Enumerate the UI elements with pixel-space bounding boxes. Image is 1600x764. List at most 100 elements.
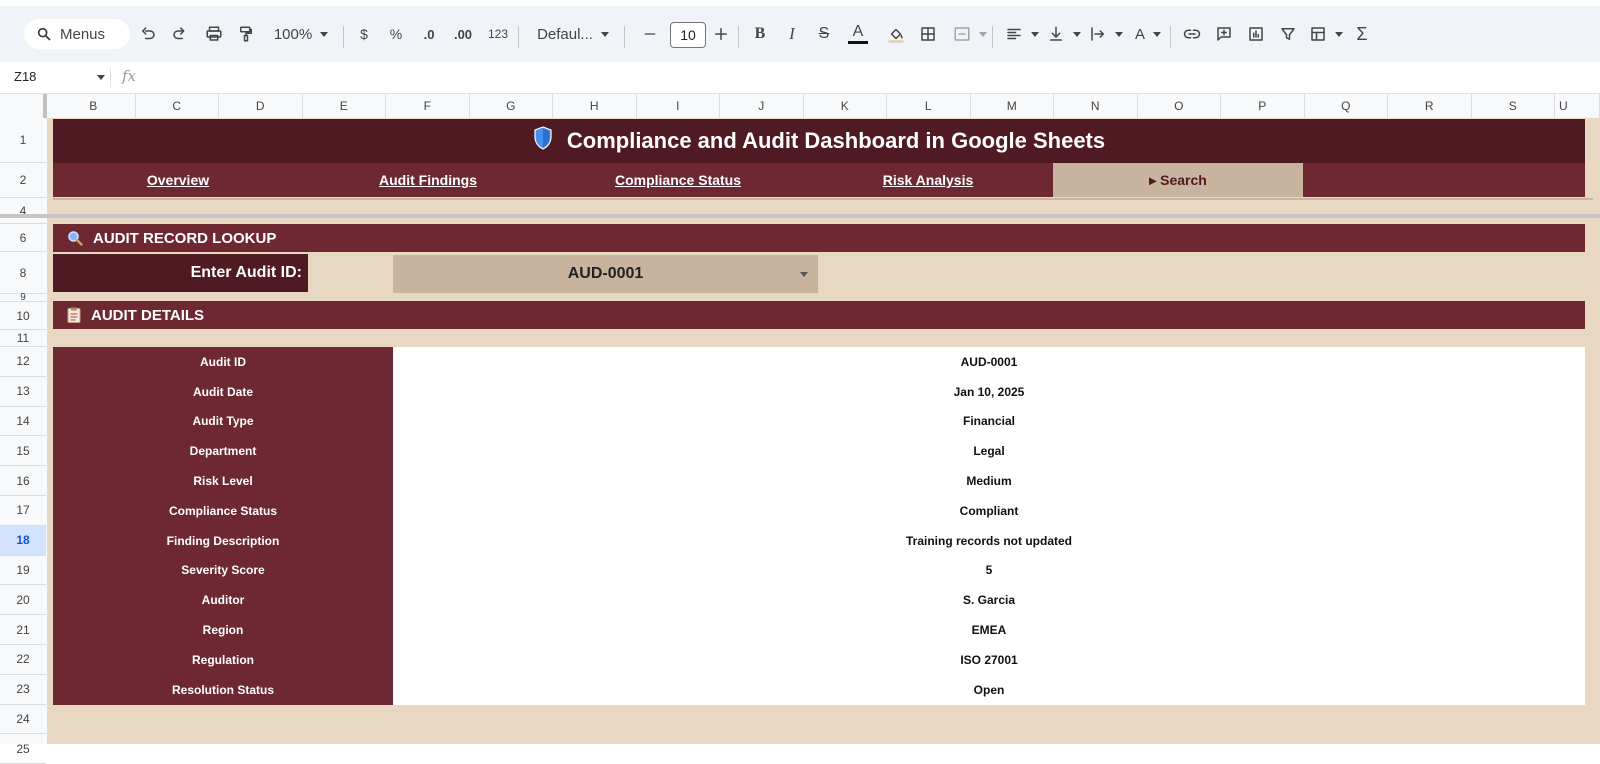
name-box[interactable]: Z18 [14, 69, 36, 84]
row-header[interactable]: 4 [0, 198, 46, 224]
undo-icon[interactable] [136, 6, 160, 62]
audit-id-dropdown[interactable]: AUD-0001 [393, 255, 818, 293]
row-header[interactable]: 10 [0, 302, 46, 330]
details-row-value[interactable]: EMEA [393, 615, 1585, 645]
column-header[interactable]: R [1388, 94, 1472, 118]
insert-comment-icon[interactable] [1212, 6, 1236, 62]
row-header[interactable]: 21 [0, 615, 46, 645]
row-header[interactable]: 23 [0, 675, 46, 705]
details-row-value[interactable]: Jan 10, 2025 [393, 376, 1585, 407]
increase-decimal-button[interactable]: .00 [448, 6, 478, 62]
percent-format-button[interactable]: % [384, 6, 408, 62]
details-row-value[interactable]: AUD-0001 [393, 347, 1585, 377]
text-rotation-icon[interactable]: A [1128, 6, 1168, 62]
freeze-divider[interactable] [0, 214, 1600, 218]
strikethrough-icon[interactable]: S [812, 6, 836, 62]
chevron-down-icon[interactable] [97, 75, 105, 80]
column-header[interactable]: S [1472, 94, 1555, 118]
bold-icon[interactable]: B [748, 6, 772, 62]
nav-link-compliance-status[interactable]: Compliance Status [553, 163, 803, 197]
text-color-icon[interactable]: A [846, 6, 870, 62]
currency-format-button[interactable]: $ [352, 6, 376, 62]
functions-icon[interactable]: Σ [1350, 6, 1374, 62]
column-header[interactable]: Q [1305, 94, 1388, 118]
column-header[interactable]: B [52, 94, 136, 118]
decrease-decimal-button[interactable]: .0 [416, 6, 442, 62]
column-header[interactable]: G [470, 94, 553, 118]
search-menus-button[interactable]: Menus [24, 19, 130, 49]
zoom-select[interactable]: 100% [266, 6, 336, 62]
column-header[interactable]: E [303, 94, 386, 118]
nav-link-overview[interactable]: Overview [53, 163, 303, 197]
column-header[interactable]: C [136, 94, 219, 118]
row-header[interactable]: 6 [0, 224, 46, 252]
details-row-value[interactable]: Open [393, 674, 1585, 705]
column-header[interactable]: D [219, 94, 303, 118]
insert-chart-icon[interactable] [1244, 6, 1268, 62]
row-header[interactable]: 18 [0, 525, 46, 556]
redo-icon[interactable] [168, 6, 192, 62]
details-row-value[interactable]: Compliant [393, 495, 1585, 526]
dashboard-title-banner: Compliance and Audit Dashboard in Google… [53, 119, 1585, 163]
column-header[interactable]: I [637, 94, 720, 118]
increase-font-size-icon[interactable] [712, 6, 730, 62]
divider [53, 198, 1593, 200]
row-header[interactable]: 25 [0, 734, 46, 764]
table-view-icon[interactable] [1306, 6, 1346, 62]
details-row-value[interactable]: Legal [393, 436, 1585, 467]
row-header[interactable]: 14 [0, 407, 46, 437]
column-header[interactable]: U [1555, 94, 1600, 118]
chevron-down-icon[interactable] [800, 272, 808, 277]
details-row-value[interactable]: Medium [393, 466, 1585, 496]
row-header[interactable]: 17 [0, 496, 46, 526]
print-icon[interactable] [202, 6, 226, 62]
fill-color-icon[interactable] [884, 6, 908, 62]
font-size-input[interactable]: 10 [670, 22, 706, 48]
sheet-grid[interactable]: Compliance and Audit Dashboard in Google… [47, 118, 1600, 744]
column-header[interactable]: F [386, 94, 470, 118]
column-header[interactable]: L [887, 94, 971, 118]
italic-icon[interactable]: I [780, 6, 804, 62]
row-header[interactable]: 20 [0, 585, 46, 616]
column-header[interactable]: K [804, 94, 887, 118]
row-header[interactable]: 11 [0, 330, 46, 347]
row-header[interactable]: 12 [0, 347, 46, 377]
decrease-font-size-icon[interactable] [642, 6, 658, 62]
column-header[interactable]: O [1138, 94, 1221, 118]
row-header[interactable]: 15 [0, 436, 46, 467]
details-row-value[interactable]: S. Garcia [393, 585, 1585, 616]
row-header[interactable]: 2 [0, 163, 46, 198]
font-select[interactable]: Defaul... [530, 6, 616, 62]
details-row-value[interactable]: Financial [393, 406, 1585, 437]
row-header[interactable]: 22 [0, 645, 46, 675]
column-header[interactable]: J [720, 94, 804, 118]
paint-format-icon[interactable] [234, 6, 258, 62]
details-row-value[interactable]: 5 [393, 555, 1585, 586]
details-row-value[interactable]: ISO 27001 [393, 644, 1585, 675]
merge-cells-icon[interactable] [950, 6, 990, 62]
row-header[interactable]: 16 [0, 466, 46, 496]
nav-link-audit-findings[interactable]: Audit Findings [303, 163, 553, 197]
row-header[interactable]: 19 [0, 556, 46, 586]
vertical-align-icon[interactable] [1044, 6, 1084, 62]
row-header[interactable]: 13 [0, 377, 46, 407]
column-header[interactable]: H [553, 94, 637, 118]
column-header[interactable]: M [971, 94, 1054, 118]
details-row-value[interactable]: Training records not updated [393, 525, 1585, 556]
number-format-button[interactable]: 123 [484, 6, 512, 62]
text-wrapping-icon[interactable] [1086, 6, 1126, 62]
horizontal-align-icon[interactable] [1002, 6, 1042, 62]
nav-link-search[interactable]: ▸ Search [1053, 163, 1303, 197]
column-header[interactable]: P [1221, 94, 1305, 118]
row-header[interactable]: 9 [0, 292, 46, 303]
row-header[interactable]: 24 [0, 705, 46, 735]
insert-link-icon[interactable] [1180, 6, 1204, 62]
borders-icon[interactable] [916, 6, 940, 62]
filter-icon[interactable] [1276, 6, 1300, 62]
row-header[interactable]: 8 [0, 252, 46, 294]
details-row: Audit ID AUD-0001 [53, 347, 1585, 377]
row-header[interactable]: 1 [0, 118, 46, 163]
column-header[interactable]: N [1054, 94, 1138, 118]
nav-link-risk-analysis[interactable]: Risk Analysis [803, 163, 1053, 197]
select-all-corner[interactable] [0, 94, 47, 118]
